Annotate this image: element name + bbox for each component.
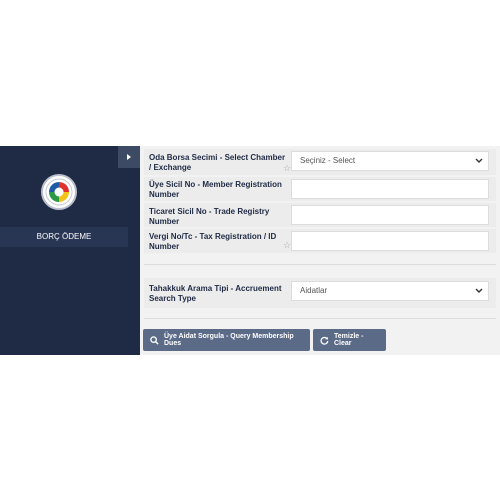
tax-no-row: Vergi No/Tc - Tax Registration / ID Numb… bbox=[144, 229, 496, 253]
sidebar-item-borc-odeme[interactable]: BORÇ ÖDEME bbox=[0, 227, 128, 247]
query-dues-button[interactable]: Üye Aidat Sorgula - Query Membership Due… bbox=[143, 329, 310, 351]
trade-registry-input[interactable] bbox=[291, 205, 489, 225]
query-dues-label: Üye Aidat Sorgula - Query Membership Due… bbox=[164, 333, 294, 347]
trade-registry-label: Ticaret Sicil No - Trade Registry Number bbox=[149, 207, 270, 226]
chamber-select[interactable]: Seçiniz - Select bbox=[291, 151, 489, 171]
member-no-input[interactable] bbox=[291, 179, 489, 199]
clear-button[interactable]: Temizle - Clear bbox=[313, 329, 386, 351]
member-no-label: Üye Sicil No - Member Registration Numbe… bbox=[149, 180, 282, 199]
refresh-icon bbox=[320, 336, 329, 345]
app-container: BORÇ ÖDEME Oda Borsa Secimi - Select Cha… bbox=[0, 146, 500, 355]
sidebar-toggle-button[interactable] bbox=[118, 146, 140, 168]
accruement-row: Tahakkuk Arama Tipi - Accruement Search … bbox=[144, 278, 496, 308]
accruement-select[interactable]: Aidatlar bbox=[291, 281, 489, 301]
clear-label: Temizle - Clear bbox=[334, 333, 364, 347]
divider bbox=[144, 318, 496, 319]
tax-no-label: Vergi No/Tc - Tax Registration / ID Numb… bbox=[149, 232, 277, 251]
divider bbox=[144, 264, 496, 265]
search-icon bbox=[150, 335, 159, 345]
accruement-label: Tahakkuk Arama Tipi - Accruement Search … bbox=[149, 284, 282, 303]
favorite-star-icon[interactable]: ☆ bbox=[283, 163, 291, 174]
chamber-row: Oda Borsa Secimi - Select Chamber / Exch… bbox=[144, 149, 496, 175]
chevron-right-icon bbox=[127, 154, 131, 160]
chevron-down-icon bbox=[475, 152, 483, 177]
tax-no-input[interactable] bbox=[291, 231, 489, 251]
chamber-label: Oda Borsa Secimi - Select Chamber / Exch… bbox=[149, 153, 286, 172]
chevron-down-icon bbox=[475, 282, 483, 307]
sidebar: BORÇ ÖDEME bbox=[0, 146, 140, 355]
member-no-row: Üye Sicil No - Member Registration Numbe… bbox=[144, 177, 496, 201]
organization-logo bbox=[41, 174, 77, 210]
trade-registry-row: Ticaret Sicil No - Trade Registry Number bbox=[144, 203, 496, 227]
form-panel: Oda Borsa Secimi - Select Chamber / Exch… bbox=[140, 146, 500, 355]
accruement-select-value: Aidatlar bbox=[300, 286, 328, 295]
chamber-select-value: Seçiniz - Select bbox=[300, 156, 356, 165]
favorite-star-icon[interactable]: ☆ bbox=[283, 240, 291, 251]
